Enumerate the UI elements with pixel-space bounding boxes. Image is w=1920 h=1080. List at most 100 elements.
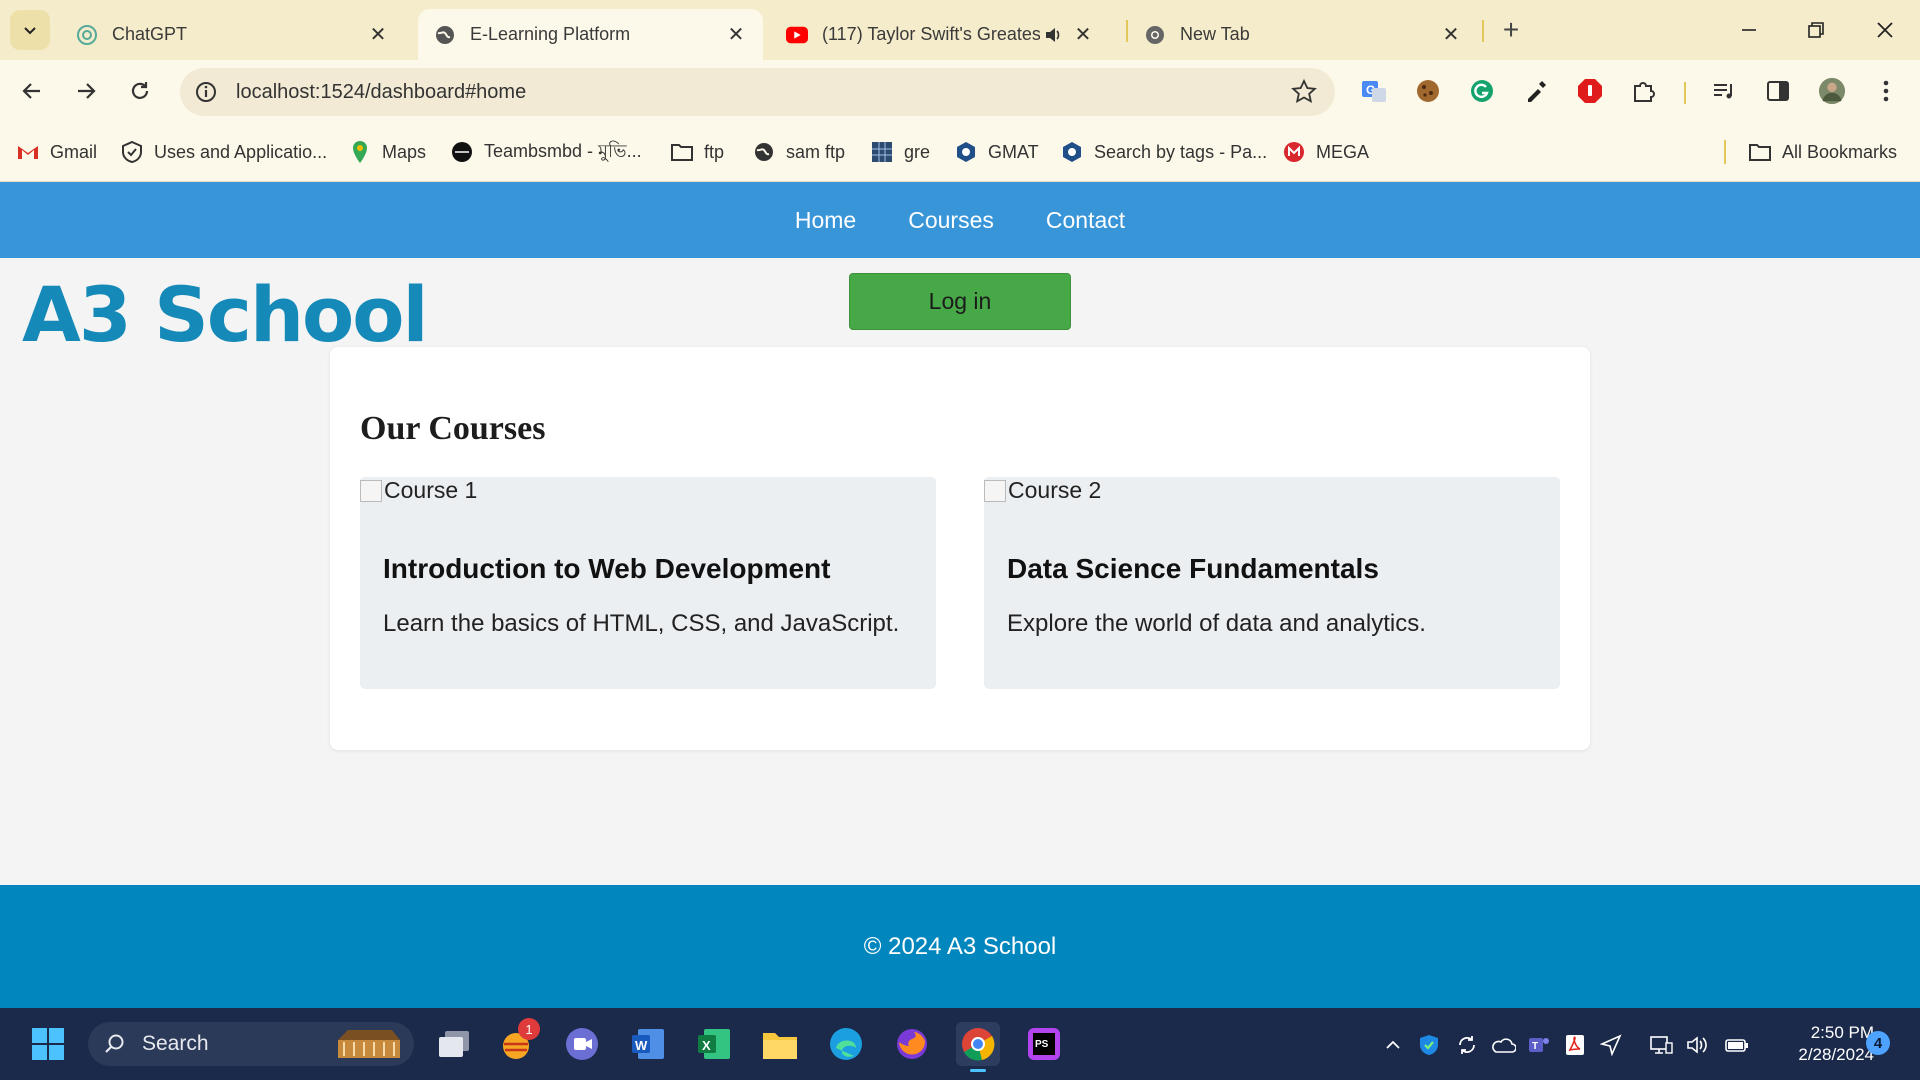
nav-courses-link[interactable]: Courses — [908, 207, 994, 234]
task-view-button[interactable] — [432, 1022, 476, 1066]
excel-icon: X — [698, 1029, 730, 1059]
taskbar-excel[interactable]: X — [692, 1022, 736, 1066]
taskbar-edge[interactable] — [824, 1022, 868, 1066]
courses-section: Our Courses Course 1 Introduction to Web… — [330, 347, 1590, 750]
taskbar-teams-meet[interactable] — [560, 1022, 604, 1066]
bookmark-sam-ftp[interactable]: sam ftp — [752, 138, 845, 166]
bookmark-label: Maps — [382, 141, 427, 162]
bookmark-ftp[interactable]: ftp — [670, 138, 724, 166]
start-button[interactable] — [26, 1022, 70, 1066]
side-panel-icon[interactable] — [1764, 77, 1792, 105]
folder-icon — [763, 1033, 797, 1059]
bookmark-uses-and-applications[interactable]: Uses and Applicatio... — [120, 138, 327, 166]
taskbar-chrome[interactable] — [956, 1022, 1000, 1072]
broken-image-icon — [984, 479, 1006, 502]
taskbar-firefox[interactable] — [890, 1022, 934, 1066]
course-card[interactable]: Course 1 Introduction to Web Development… — [360, 477, 936, 689]
bookmark-label: sam ftp — [786, 141, 846, 162]
sync-icon[interactable] — [1454, 1032, 1480, 1058]
speaker-icon[interactable] — [1040, 24, 1066, 46]
pdf-reader-icon[interactable] — [1562, 1032, 1588, 1058]
clock-time: 2:50 PM — [1810, 1023, 1874, 1042]
forward-button[interactable] — [68, 73, 104, 109]
course-image-alt: Course 2 — [1008, 477, 1102, 503]
color-picker-icon[interactable] — [1522, 77, 1550, 105]
folder-icon — [670, 140, 694, 164]
extensions-puzzle-icon[interactable] — [1630, 77, 1658, 105]
show-hidden-icons-button[interactable] — [1380, 1032, 1406, 1058]
gmail-icon — [16, 140, 40, 164]
course-image: Course 2 — [984, 477, 1101, 504]
profile-avatar[interactable] — [1818, 77, 1846, 105]
close-icon[interactable]: ✕ — [1072, 24, 1094, 46]
footer-copyright: © 2024 A3 School — [863, 932, 1057, 960]
task-view-icon — [439, 1031, 469, 1057]
defender-icon[interactable] — [1416, 1032, 1442, 1058]
bookmark-mega[interactable]: MEGA — [1282, 138, 1369, 166]
bookmark-maps[interactable]: Maps — [348, 138, 426, 166]
course-card[interactable]: Course 2 Data Science Fundamentals Explo… — [984, 477, 1560, 689]
close-icon[interactable]: ✕ — [367, 24, 389, 46]
bookmark-label: gre — [904, 141, 931, 162]
tab-e-learning[interactable]: E-Learning Platform ✕ — [418, 9, 763, 60]
bookmark-search-by-tags[interactable]: Search by tags - Pa... — [1060, 138, 1267, 166]
nav-home-link[interactable]: Home — [795, 207, 856, 234]
tab-new-tab[interactable]: New Tab ✕ — [1128, 9, 1478, 60]
reload-button[interactable] — [122, 73, 158, 109]
clock-date: 2/28/2024 — [1798, 1045, 1874, 1064]
bookmark-label: GMAT — [988, 141, 1039, 162]
minimize-button[interactable] — [1724, 10, 1774, 50]
new-tab-button[interactable]: + — [1496, 14, 1526, 45]
back-button[interactable] — [14, 73, 50, 109]
battery-icon[interactable] — [1724, 1032, 1750, 1058]
globe-icon — [752, 140, 776, 164]
video-call-icon — [566, 1028, 598, 1060]
url-text[interactable]: localhost:1524/dashboard#home — [236, 81, 526, 104]
svg-text:W: W — [635, 1038, 648, 1053]
tab-youtube[interactable]: (117) Taylor Swift's Greatest ✕ — [770, 9, 1110, 60]
taskbar-clock[interactable]: 2:50 PM 2/28/2024 — [1766, 1022, 1874, 1066]
bookmark-label: ftp — [704, 141, 725, 162]
volume-icon[interactable] — [1684, 1032, 1710, 1058]
teams-icon[interactable]: T — [1526, 1032, 1552, 1058]
notification-count-badge[interactable]: 4 — [1866, 1031, 1890, 1055]
firefox-icon — [897, 1029, 927, 1059]
restore-button[interactable] — [1791, 10, 1841, 50]
bookmark-star-icon[interactable] — [1291, 79, 1317, 105]
tab-chatgpt[interactable]: ChatGPT ✕ — [60, 9, 405, 60]
close-icon[interactable]: ✕ — [1440, 24, 1462, 46]
site-info-icon[interactable] — [194, 80, 218, 104]
taskbar-weather-app[interactable]: 1 — [494, 1018, 540, 1066]
taskbar-search[interactable]: Search — [88, 1022, 414, 1066]
bookmark-gmat[interactable]: GMAT — [954, 138, 1039, 166]
broken-image-icon — [360, 479, 382, 502]
location-arrow-icon[interactable] — [1598, 1032, 1624, 1058]
cookie-icon[interactable] — [1414, 77, 1442, 105]
taskbar-file-explorer[interactable] — [758, 1022, 802, 1066]
bookmark-gre[interactable]: gre — [870, 138, 930, 166]
onedrive-icon[interactable] — [1490, 1032, 1516, 1058]
close-window-button[interactable] — [1860, 10, 1910, 50]
chrome-icon — [962, 1028, 995, 1061]
taskbar-phpstorm[interactable]: PS — [1022, 1022, 1066, 1066]
bookmark-label: Gmail — [50, 141, 98, 162]
toolbar-separator — [1684, 82, 1686, 104]
all-bookmarks-button[interactable]: All Bookmarks — [1748, 138, 1897, 166]
taskbar-word[interactable]: W — [626, 1022, 670, 1066]
course-title: Data Science Fundamentals — [1007, 553, 1379, 584]
google-translate-icon[interactable]: G — [1360, 77, 1388, 105]
tab-search-button[interactable] — [10, 10, 50, 50]
close-icon[interactable]: ✕ — [725, 24, 747, 46]
taskbar: Search 1 W X PS T 2:50 PM 2/28/2024 4 — [0, 1008, 1920, 1080]
grammarly-icon[interactable] — [1468, 77, 1496, 105]
bookmark-teambsmbd[interactable]: Teambsmbd - মুভি... — [450, 138, 642, 166]
login-button[interactable]: Log in — [849, 273, 1071, 330]
bookmark-gmail[interactable]: Gmail — [16, 138, 97, 166]
network-icon[interactable] — [1648, 1032, 1674, 1058]
courses-heading: Our Courses — [360, 410, 546, 447]
browser-menu-icon[interactable] — [1872, 77, 1900, 105]
address-bar[interactable]: localhost:1524/dashboard#home — [180, 68, 1335, 116]
nav-contact-link[interactable]: Contact — [1046, 207, 1125, 234]
adblock-icon[interactable] — [1576, 77, 1604, 105]
media-control-icon[interactable] — [1710, 77, 1738, 105]
